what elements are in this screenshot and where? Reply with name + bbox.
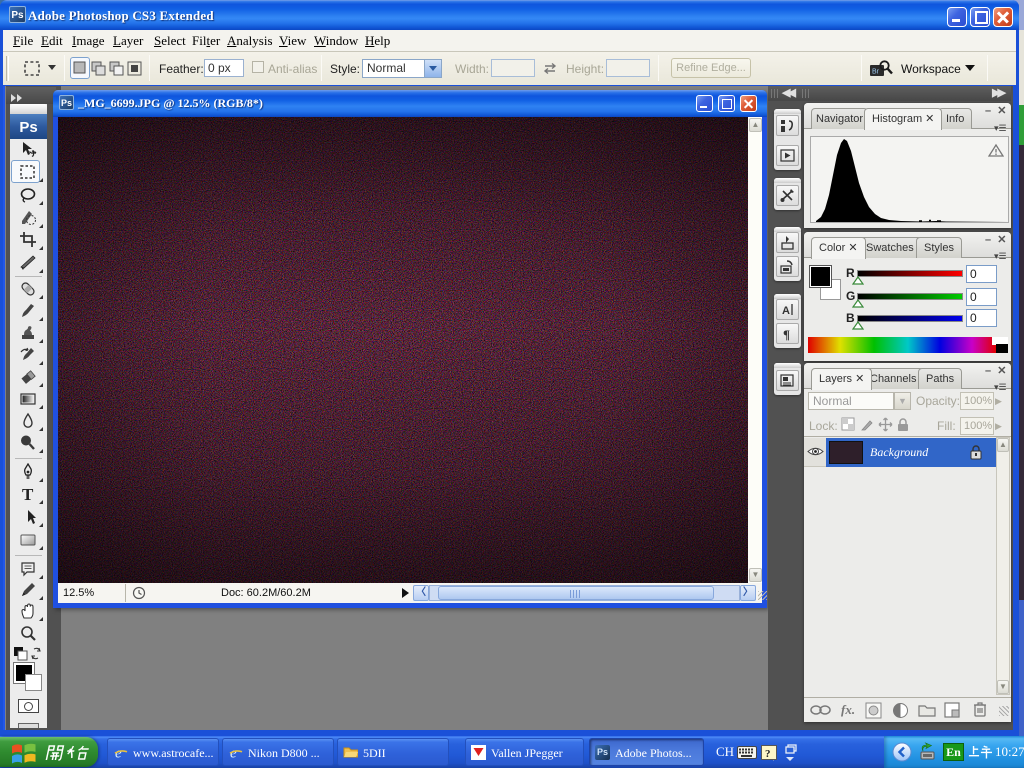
svg-text:¶: ¶ <box>783 327 790 342</box>
svg-text:A: A <box>782 305 790 317</box>
svg-text:Br: Br <box>872 69 880 76</box>
svg-text:T: T <box>22 485 34 503</box>
svg-text:?: ? <box>765 748 771 760</box>
